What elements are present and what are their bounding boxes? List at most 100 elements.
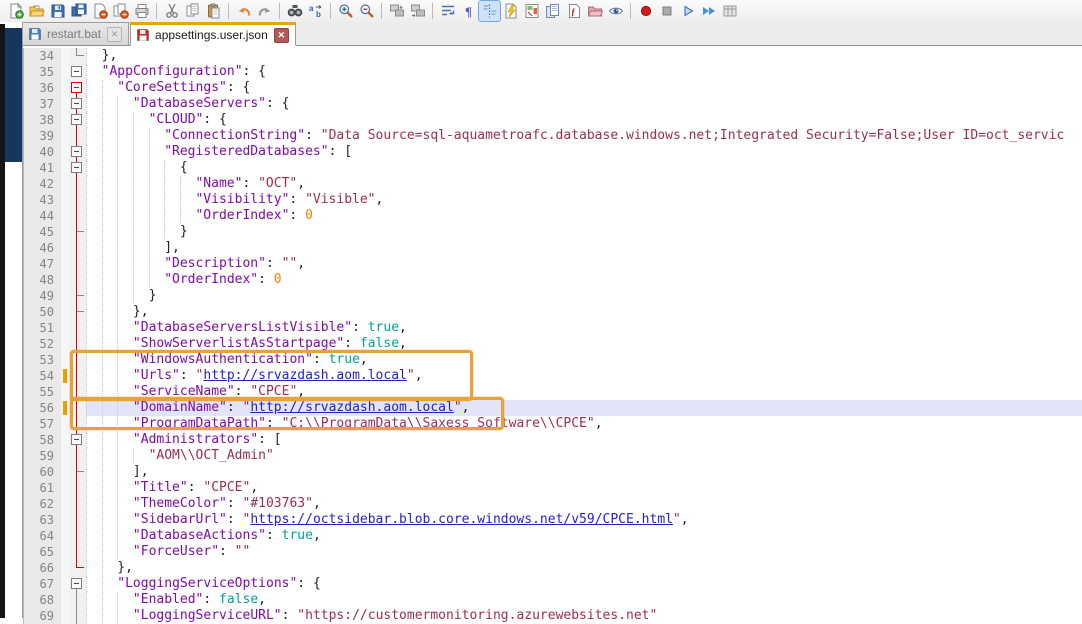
macro-stop-recording-icon[interactable] — [656, 1, 677, 21]
line-number[interactable]: 59 — [23, 448, 61, 464]
close-all-documents-icon[interactable] — [110, 1, 131, 21]
tab-restart.bat[interactable]: restart.bat✕ — [22, 22, 129, 45]
code-line-43[interactable]: 43 "Visibility": "Visible", — [23, 192, 1082, 208]
code-text[interactable]: } — [86, 288, 1082, 304]
fold-margin[interactable] — [69, 160, 86, 176]
save-icon[interactable] — [47, 1, 68, 21]
line-number[interactable]: 58 — [23, 432, 61, 448]
code-text[interactable]: "AppConfiguration": { — [86, 64, 1082, 80]
line-number[interactable]: 62 — [23, 496, 61, 512]
code-line-63[interactable]: 63"SidebarUrl": "https://octsidebar.blob… — [23, 512, 1082, 528]
code-text[interactable]: "CLOUD": { — [86, 112, 1082, 128]
code-text[interactable]: "SidebarUrl": "https://octsidebar.blob.c… — [86, 512, 1082, 528]
code-text[interactable]: "ForceUser": "" — [86, 544, 1082, 560]
line-number[interactable]: 55 — [23, 384, 61, 400]
close-document-icon[interactable] — [89, 1, 110, 21]
fold-margin[interactable] — [69, 432, 86, 448]
code-line-44[interactable]: 44"OrderIndex": 0 — [23, 208, 1082, 224]
fold-margin[interactable] — [69, 144, 86, 160]
cut-icon[interactable] — [161, 1, 182, 21]
code-text[interactable]: "Title": "CPCE", — [86, 480, 1082, 496]
code-line-58[interactable]: 58 "Administrators": [ — [23, 432, 1082, 448]
code-text[interactable]: "Visibility": "Visible", — [86, 192, 1082, 208]
line-number[interactable]: 47 — [23, 256, 61, 272]
code-line-68[interactable]: 68"Enabled": false, — [23, 592, 1082, 608]
code-line-69[interactable]: 69"LoggingServiceURL": "https://customer… — [23, 608, 1082, 624]
document-map-icon[interactable] — [521, 1, 542, 21]
line-number[interactable]: 56 — [23, 400, 61, 416]
code-line-55[interactable]: 55"ServiceName": "CPCE", — [23, 384, 1082, 400]
code-line-65[interactable]: 65"ForceUser": "" — [23, 544, 1082, 560]
code-line-48[interactable]: 48 "OrderIndex": 0 — [23, 272, 1082, 288]
code-text[interactable]: "DatabaseServers": { — [86, 96, 1082, 112]
fold-margin[interactable] — [69, 64, 86, 80]
code-text[interactable]: "Name": "OCT", — [86, 176, 1082, 192]
line-number[interactable]: 68 — [23, 592, 61, 608]
line-number[interactable]: 35 — [23, 64, 61, 80]
code-line-53[interactable]: 53"WindowsAuthentication": true, — [23, 352, 1082, 368]
code-text[interactable]: "DatabaseServersListVisible": true, — [86, 320, 1082, 336]
code-line-40[interactable]: 40"RegisteredDatabases": [ — [23, 144, 1082, 160]
tab-appsettings.user.json[interactable]: appsettings.user.json✕ — [130, 22, 296, 46]
code-text[interactable]: "OrderIndex": 0 — [86, 208, 1082, 224]
code-line-57[interactable]: 57"ProgramDataPath": "C:\\ProgramData\\S… — [23, 416, 1082, 432]
line-number[interactable]: 69 — [23, 608, 61, 624]
code-text[interactable]: }, — [86, 560, 1082, 576]
code-text[interactable]: "CoreSettings": { — [86, 80, 1082, 96]
code-text[interactable]: "WindowsAuthentication": true, — [86, 352, 1082, 368]
code-editor[interactable]: 34},35 "AppConfiguration": { 36 "CoreSettin… — [23, 46, 1082, 618]
line-number[interactable]: 42 — [23, 176, 61, 192]
code-text[interactable]: "LoggingServiceOptions": { — [86, 576, 1082, 592]
code-line-60[interactable]: 60], — [23, 464, 1082, 480]
paste-icon[interactable] — [203, 1, 224, 21]
code-text[interactable]: "Administrators": [ — [86, 432, 1082, 448]
code-line-61[interactable]: 61"Title": "CPCE", — [23, 480, 1082, 496]
tab-close-icon[interactable]: ✕ — [107, 27, 122, 42]
line-number[interactable]: 51 — [23, 320, 61, 336]
user-defined-dialog-icon[interactable] — [500, 1, 521, 21]
code-line-49[interactable]: 49} — [23, 288, 1082, 304]
code-text[interactable]: ], — [86, 240, 1082, 256]
code-line-50[interactable]: 50}, — [23, 304, 1082, 320]
code-line-38[interactable]: 38 "CLOUD": { — [23, 112, 1082, 128]
line-number[interactable]: 66 — [23, 560, 61, 576]
line-number[interactable]: 48 — [23, 272, 61, 288]
code-text[interactable]: "DatabaseActions": true, — [86, 528, 1082, 544]
code-line-67[interactable]: 67"LoggingServiceOptions": { — [23, 576, 1082, 592]
code-text[interactable]: "DomainName": "http://srvazdash.aom.loca… — [86, 400, 1082, 416]
code-text[interactable]: ], — [86, 464, 1082, 480]
macro-playback-icon[interactable] — [677, 1, 698, 21]
code-line-52[interactable]: 52"ShowServerlistAsStartpage": false, — [23, 336, 1082, 352]
replace-icon[interactable]: ab — [305, 1, 326, 21]
line-number[interactable]: 43 — [23, 192, 61, 208]
zoom-in-icon[interactable] — [335, 1, 356, 21]
line-number[interactable]: 50 — [23, 304, 61, 320]
line-number[interactable]: 36 — [23, 80, 61, 96]
line-number[interactable]: 64 — [23, 528, 61, 544]
fold-margin[interactable] — [69, 80, 86, 96]
macro-start-recording-icon[interactable] — [635, 1, 656, 21]
code-text[interactable]: "Urls": "http://srvazdash.aom.local", — [86, 368, 1082, 384]
url-link[interactable]: http://srvazdash.aom.local — [203, 368, 407, 383]
find-icon[interactable] — [284, 1, 305, 21]
line-number[interactable]: 41 — [23, 160, 61, 176]
code-line-36[interactable]: 36 "CoreSettings": { — [23, 80, 1082, 96]
code-line-47[interactable]: 47"Description": "", — [23, 256, 1082, 272]
code-text[interactable]: }, — [86, 48, 1082, 64]
macro-run-multiple-times-icon[interactable] — [698, 1, 719, 21]
code-line-46[interactable]: 46], — [23, 240, 1082, 256]
fold-margin[interactable] — [69, 112, 86, 128]
code-line-34[interactable]: 34}, — [23, 48, 1082, 64]
code-text[interactable]: "OrderIndex": 0 — [86, 272, 1082, 288]
code-line-64[interactable]: 64 "DatabaseActions": true, — [23, 528, 1082, 544]
zoom-out-icon[interactable] — [356, 1, 377, 21]
open-file-icon[interactable] — [26, 1, 47, 21]
code-line-62[interactable]: 62"ThemeColor": "#103763", — [23, 496, 1082, 512]
code-text[interactable]: "ShowServerlistAsStartpage": false, — [86, 336, 1082, 352]
line-number[interactable]: 38 — [23, 112, 61, 128]
code-text[interactable]: { — [86, 160, 1082, 176]
code-line-51[interactable]: 51 "DatabaseServersListVisible": true, — [23, 320, 1082, 336]
code-line-42[interactable]: 42 "Name": "OCT", — [23, 176, 1082, 192]
code-line-45[interactable]: 45} — [23, 224, 1082, 240]
new-file-icon[interactable] — [5, 1, 26, 21]
